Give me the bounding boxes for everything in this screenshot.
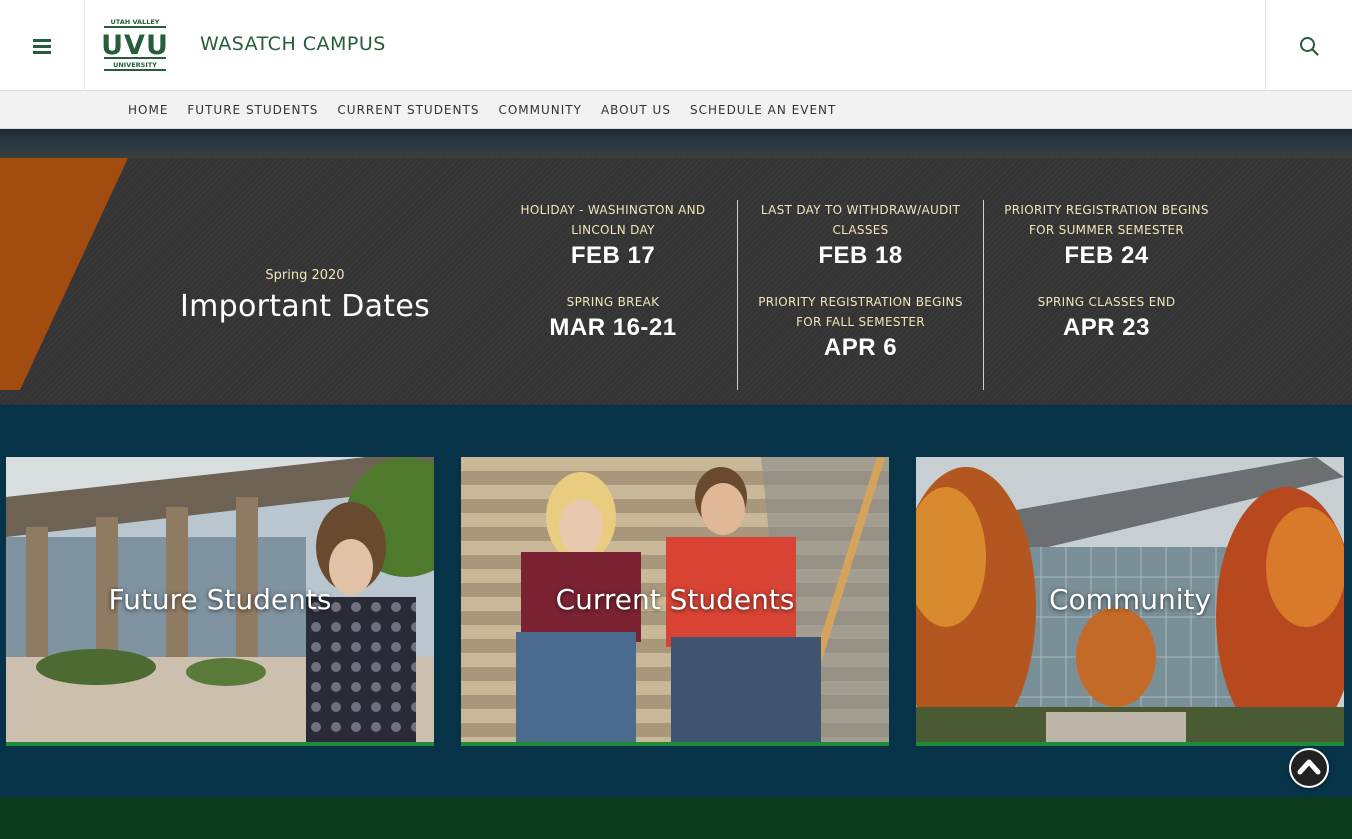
card-label: Community: [1048, 582, 1212, 616]
dates-column-1: HOLIDAY - WASHINGTON AND LINCOLN DAY FEB…: [490, 200, 736, 364]
hamburger-icon: [33, 38, 51, 54]
dates-subtitle: Spring 2020: [265, 268, 345, 283]
site-footer: [0, 797, 1352, 839]
nav-item-current-students[interactable]: CURRENT STUDENTS: [337, 103, 479, 117]
date-event: PRIORITY REGISTRATION BEGINS FOR FALL SE…: [738, 292, 983, 362]
event-date: MAR 16-21: [549, 314, 677, 341]
nav-item-schedule-event[interactable]: SCHEDULE AN EVENT: [690, 103, 836, 117]
event-date: APR 23: [1062, 314, 1151, 341]
event-date: FEB 24: [1064, 242, 1149, 269]
logo-top-text: UTAH VALLEY: [111, 18, 160, 26]
card-current-students[interactable]: Current Students: [461, 457, 889, 746]
logo-bottom-text: UNIVERSITY: [113, 61, 157, 69]
campus-title[interactable]: WASATCH CAMPUS: [200, 33, 386, 55]
important-dates-section: Spring 2020 Important Dates HOLIDAY - WA…: [0, 158, 1352, 405]
card-label: Future Students: [108, 582, 332, 616]
site-header: UTAH VALLEY UVU UNIVERSITY WASATCH CAMPU…: [0, 0, 1352, 91]
date-event: PRIORITY REGISTRATION BEGINS FOR SUMMER …: [984, 200, 1229, 270]
event-label: PRIORITY REGISTRATION BEGINS FOR SUMMER …: [1004, 203, 1209, 237]
audience-cards-section: Future Students Current Students Communi…: [0, 405, 1352, 797]
nav-item-community[interactable]: COMMUNITY: [498, 103, 582, 117]
card-community[interactable]: Community: [916, 457, 1344, 746]
nav-item-about-us[interactable]: ABOUT US: [601, 103, 671, 117]
dates-title: Important Dates: [179, 289, 431, 324]
menu-button[interactable]: [0, 0, 85, 91]
event-label: LAST DAY TO WITHDRAW/AUDIT CLASSES: [760, 203, 961, 237]
event-label: SPRING BREAK: [566, 295, 660, 309]
hero-image-strip: [0, 129, 1352, 158]
main-nav: HOME FUTURE STUDENTS CURRENT STUDENTS CO…: [0, 91, 1352, 129]
back-to-top-button[interactable]: [1289, 748, 1329, 788]
event-label: PRIORITY REGISTRATION BEGINS FOR FALL SE…: [758, 295, 963, 329]
event-label: HOLIDAY - WASHINGTON AND LINCOLN DAY: [520, 203, 706, 237]
search-button[interactable]: [1265, 0, 1352, 91]
chevron-up-icon: [1291, 750, 1327, 786]
dates-heading: Spring 2020 Important Dates: [150, 268, 460, 324]
event-date: FEB 17: [570, 242, 656, 269]
nav-item-home[interactable]: HOME: [128, 103, 168, 117]
uvu-logo[interactable]: UTAH VALLEY UVU UNIVERSITY: [101, 16, 168, 72]
card-future-students[interactable]: Future Students: [6, 457, 434, 746]
dates-column-3: PRIORITY REGISTRATION BEGINS FOR SUMMER …: [983, 200, 1229, 390]
logo-mark: UVU: [103, 30, 167, 61]
orange-accent-shape: [0, 158, 128, 390]
date-event: SPRING BREAK MAR 16-21: [490, 292, 736, 342]
card-label: Current Students: [555, 582, 795, 616]
event-date: APR 6: [823, 334, 898, 361]
search-icon: [1300, 36, 1319, 56]
date-event: HOLIDAY - WASHINGTON AND LINCOLN DAY FEB…: [490, 200, 736, 270]
event-date: FEB 18: [818, 242, 903, 269]
event-label: SPRING CLASSES END: [1037, 295, 1176, 309]
date-event: SPRING CLASSES END APR 23: [984, 292, 1229, 342]
dates-column-2: LAST DAY TO WITHDRAW/AUDIT CLASSES FEB 1…: [737, 200, 983, 390]
date-event: LAST DAY TO WITHDRAW/AUDIT CLASSES FEB 1…: [738, 200, 983, 270]
nav-item-future-students[interactable]: FUTURE STUDENTS: [187, 103, 318, 117]
